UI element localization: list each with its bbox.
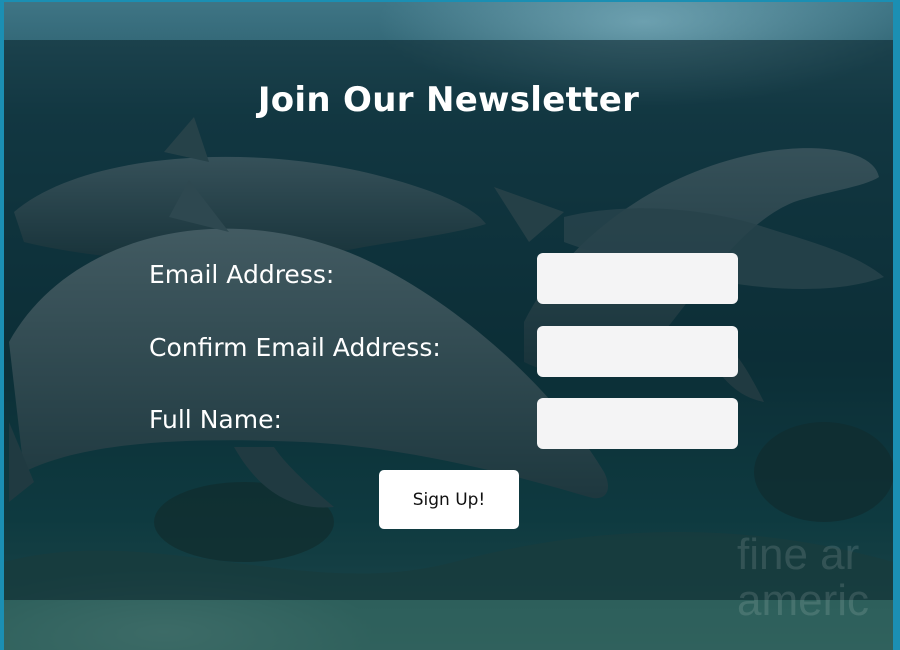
page-title: Join Our Newsletter [257,80,640,120]
sign-up-button[interactable]: Sign Up! [379,470,519,529]
newsletter-page: fine ar americ Join Our Newsletter Email… [4,2,893,650]
confirm-email-label: Confirm Email Address: [149,333,441,362]
full-name-field[interactable] [537,398,738,449]
email-label: Email Address: [149,260,335,289]
full-name-label: Full Name: [149,405,282,434]
watermark: fine ar americ [737,532,869,624]
watermark-line: fine ar [737,530,860,579]
confirm-email-field[interactable] [537,326,738,377]
email-field[interactable] [537,253,738,304]
watermark-line: americ [737,576,870,625]
